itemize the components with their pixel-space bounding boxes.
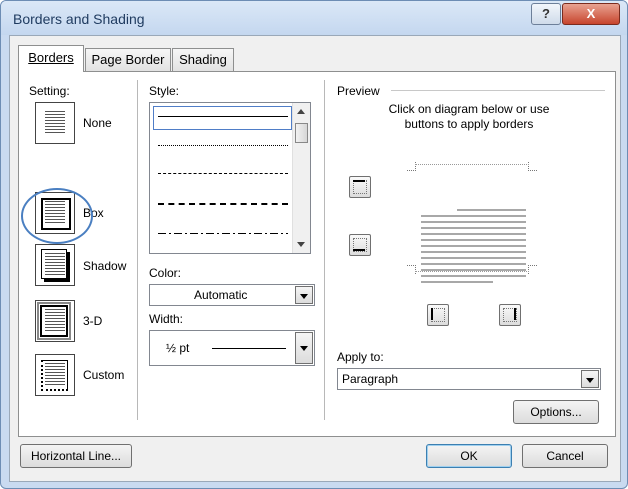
close-button[interactable]: X [562,3,620,25]
color-label: Color: [149,266,182,280]
left-border-icon [431,308,433,320]
style-heading: Style: [149,84,180,98]
tab-page-border-label: Page Border [91,52,165,67]
horizontal-line-button-label: Horizontal Line... [30,449,122,463]
3d-setting-icon[interactable] [35,300,75,342]
options-button-label: Options... [530,405,582,419]
cancel-button[interactable]: Cancel [522,444,608,468]
style-scrollbar[interactable] [292,103,310,253]
right-border-icon [514,308,516,320]
tab-page-border[interactable]: Page Border [85,48,171,71]
width-sample-line [212,348,286,349]
ok-button-label: OK [460,449,478,463]
help-button[interactable]: ? [531,3,561,25]
tab-shading[interactable]: Shading [172,48,234,71]
style-selected-outline [153,106,292,130]
preview-heading: Preview [337,84,380,98]
style-list[interactable] [149,102,311,254]
setting-heading: Setting: [29,84,70,98]
chevron-down-icon [300,346,308,351]
dialog-title: Borders and Shading [13,11,145,27]
setting-none-label[interactable]: None [83,116,112,130]
style-option-dashed-small[interactable] [158,173,288,174]
borders-and-shading-dialog: Borders and Shading ? X Borders Page Bor… [0,0,628,489]
horizontal-line-button[interactable]: Horizontal Line... [20,444,132,468]
ok-button[interactable]: OK [426,444,512,468]
title-bar[interactable]: Borders and Shading ? X [1,1,627,35]
apply-to-dropdown[interactable]: Paragraph [337,368,601,390]
color-dropdown[interactable]: Automatic [149,284,315,306]
width-label: Width: [149,312,184,326]
tab-borders[interactable]: Borders [18,45,84,72]
column-divider-left [137,80,138,420]
bottom-border-icon [353,249,365,251]
width-dropdown-button[interactable] [295,332,313,364]
borders-tab-page: Setting: None Box Shadow 3-D Custom Styl… [18,71,616,437]
top-border-button[interactable] [349,176,371,198]
color-value: Automatic [194,288,248,302]
tab-borders-label: Borders [28,50,74,65]
color-dropdown-button[interactable] [295,286,313,304]
setting-3d-label[interactable]: 3-D [83,314,102,328]
width-value: ½ pt [166,341,190,355]
chevron-down-icon [586,378,594,383]
close-icon: X [586,6,596,21]
scroll-down-icon[interactable] [297,242,305,247]
style-option-solid[interactable] [158,116,288,117]
scroll-up-icon[interactable] [297,109,305,114]
right-border-button[interactable] [499,304,521,326]
chevron-down-icon [300,294,308,299]
top-border-icon [353,180,365,182]
tab-shading-label: Shading [179,52,227,67]
scroll-thumb[interactable] [295,123,308,143]
style-option-dashed[interactable] [158,203,288,205]
column-divider-right [324,80,325,420]
preview-divider [391,90,605,91]
highlight-circle [21,188,93,244]
setting-shadow-label[interactable]: Shadow [83,259,126,273]
preview-instruction: Click on diagram below or use buttons to… [388,102,550,131]
custom-setting-icon[interactable] [35,354,75,396]
width-dropdown[interactable]: ½ pt [149,330,315,366]
apply-to-dropdown-button[interactable] [581,370,599,388]
style-option-dash-dot[interactable] [158,233,288,234]
dialog-client-area: Borders Page Border Shading Setting: Non… [9,35,621,482]
cancel-button-label: Cancel [546,449,584,463]
none-setting-icon[interactable] [35,102,75,144]
apply-to-value: Paragraph [342,372,399,386]
options-button[interactable]: Options... [513,400,599,424]
bottom-border-button[interactable] [349,234,371,256]
left-border-button[interactable] [427,304,449,326]
style-option-dotted[interactable] [158,145,288,146]
apply-to-label: Apply to: [337,350,384,364]
preview-text-lines [421,209,526,291]
setting-custom-label[interactable]: Custom [83,368,124,382]
shadow-setting-icon[interactable] [35,244,75,286]
